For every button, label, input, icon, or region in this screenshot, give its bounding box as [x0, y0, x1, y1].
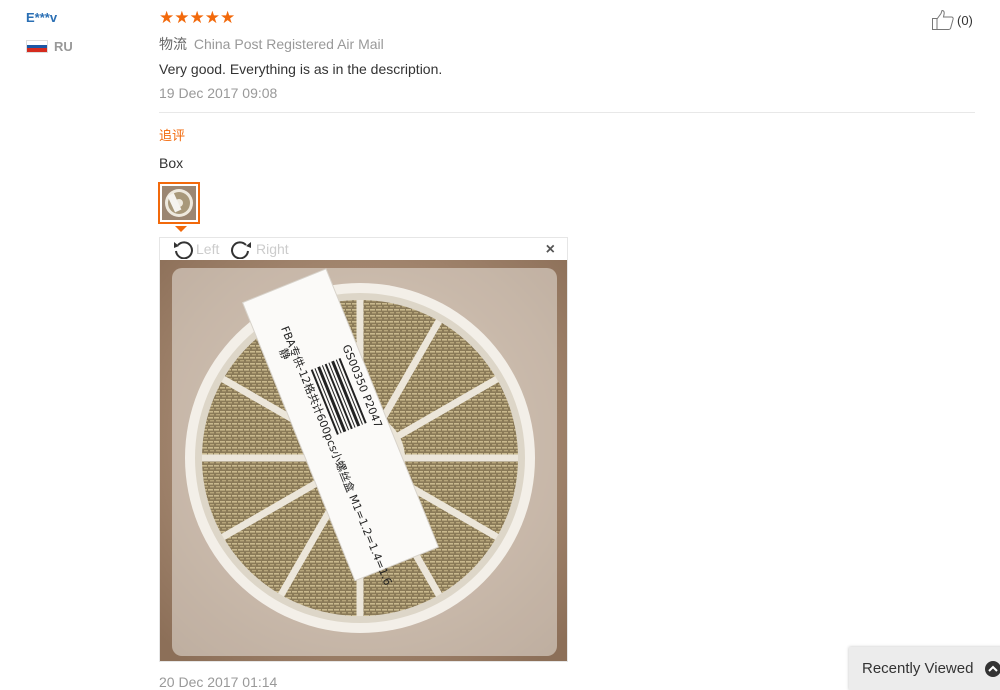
like-count: (0)	[957, 12, 973, 28]
close-icon[interactable]: ×	[546, 241, 555, 259]
country-code: RU	[54, 39, 73, 54]
star-icon: ★	[204, 8, 220, 27]
viewer-toolbar: Left Right ×	[160, 238, 567, 260]
divider	[159, 112, 975, 113]
recently-viewed-button[interactable]: Recently Viewed	[849, 647, 1000, 690]
star-icon: ★	[174, 8, 190, 27]
buyer-country: RU	[26, 39, 73, 54]
review-date: 19 Dec 2017 09:08	[159, 85, 278, 101]
rotate-right-label: Right	[256, 241, 289, 257]
thumbnail-image	[162, 186, 196, 220]
like-button[interactable]: (0)	[931, 9, 973, 31]
logistics-info: 物流 China Post Registered Air Mail	[159, 34, 384, 54]
logistics-value: China Post Registered Air Mail	[193, 36, 384, 52]
recently-viewed-label: Recently Viewed	[862, 660, 974, 677]
photo-thumbnail[interactable]	[158, 182, 200, 224]
review-photo: 静 FBA专供-12格共计600pcs小螺丝盒 M1=1.2=1.4=1.6 G…	[160, 260, 567, 661]
star-rating: ★ ★ ★ ★ ★	[159, 9, 235, 26]
buyer-info: E***v RU	[26, 10, 73, 54]
buyer-name[interactable]: E***v	[26, 10, 73, 25]
star-icon: ★	[220, 8, 236, 27]
star-icon: ★	[189, 8, 205, 27]
review-text: Very good. Everything is as in the descr…	[159, 61, 443, 77]
star-icon: ★	[159, 8, 175, 27]
rotate-left-label: Left	[196, 241, 220, 257]
russia-flag-icon	[26, 40, 48, 53]
thumbnail-pointer	[175, 226, 187, 232]
additional-feedback-date: 20 Dec 2017 01:14	[159, 674, 278, 690]
rotate-right-icon	[231, 241, 251, 259]
chevron-up-icon	[985, 660, 1000, 677]
rotate-left-icon	[174, 241, 193, 259]
rotate-right-button[interactable]: Right	[230, 239, 289, 259]
image-viewer: Left Right × 静 FBA专供-12格共计600pcs小螺丝盒 M1=…	[159, 237, 568, 662]
additional-feedback-text: Box	[159, 155, 184, 171]
thumbs-up-icon	[932, 9, 954, 30]
rotate-left-button[interactable]: Left	[172, 239, 219, 259]
logistics-label: 物流	[159, 36, 187, 52]
additional-feedback-label: 追评	[159, 128, 186, 143]
